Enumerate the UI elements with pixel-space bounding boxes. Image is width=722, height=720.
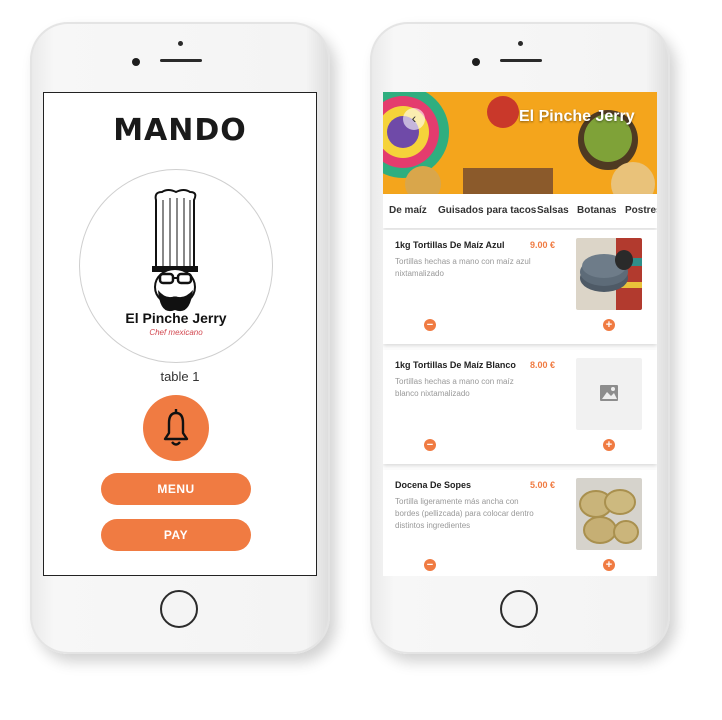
pay-button[interactable]: PAY [101,519,251,551]
sensor-dot [178,41,183,46]
increase-quantity-button[interactable]: + [603,559,615,571]
tab-guisados[interactable]: Guisados para tacos [438,205,536,216]
speaker-grille [500,59,542,62]
speaker-grille [160,59,202,62]
image-placeholder-icon [600,385,618,401]
header-banner: ‹ El Pinche Jerry [383,92,657,194]
category-tabs: De maíz Guisados para tacos Salsas Botan… [383,194,657,228]
tab-de-maiz[interactable]: De maíz [389,205,427,216]
item-description: Tortilla ligeramente más ancha con borde… [395,497,534,530]
decrease-quantity-button[interactable]: − [424,319,436,331]
item-name: Docena De Sopes [395,480,472,490]
sopes-image [576,478,642,550]
brand-name: El Pinche Jerry [125,310,227,326]
increase-quantity-button[interactable]: + [603,439,615,451]
blue-tortillas-image [576,238,642,310]
front-camera-icon [132,58,140,66]
back-button[interactable]: ‹ [403,108,425,130]
item-description: Tortillas hechas a mano con maíz azul ni… [395,257,531,278]
item-name: 1kg Tortillas De Maíz Blanco [395,360,516,370]
app-title: MANDO [113,113,247,148]
sensor-dot [518,41,523,46]
left-screen: MANDO El Pinche Jerry Chef mexicano tabl… [43,92,317,576]
right-phone-frame: ‹ El Pinche Jerry De maíz Guisados para … [370,22,670,654]
item-price: 8.00 € [530,360,556,370]
call-waiter-button[interactable] [143,395,209,461]
item-photo [576,478,642,550]
home-button[interactable] [160,590,198,628]
tab-postres[interactable]: Postres [625,205,657,216]
table-label: table 1 [160,369,200,384]
item-photo [576,238,642,310]
tab-salsas[interactable]: Salsas [537,205,569,216]
front-camera-icon [472,58,480,66]
item-price: 5.00 € [530,480,556,490]
restaurant-logo: El Pinche Jerry Chef mexicano [79,169,273,363]
home-button[interactable] [500,590,538,628]
decrease-quantity-button[interactable]: − [424,559,436,571]
increase-quantity-button[interactable]: + [603,319,615,331]
item-price: 9.00 € [530,240,556,250]
right-screen: ‹ El Pinche Jerry De maíz Guisados para … [383,92,657,576]
brand-tagline: Chef mexicano [149,328,203,337]
tab-botanas[interactable]: Botanas [577,205,616,216]
item-photo-placeholder [576,358,642,430]
menu-button[interactable]: MENU [101,473,251,505]
menu-item: 1kg Tortillas De Maíz Blanco 8.00 € Tort… [383,350,657,464]
bell-icon [163,409,189,446]
item-name: 1kg Tortillas De Maíz Azul [395,240,505,250]
item-description: Tortillas hechas a mano con maíz blanco … [395,377,514,398]
menu-item: 1kg Tortillas De Maíz Azul 9.00 € Tortil… [383,230,657,344]
menu-item: Docena De Sopes 5.00 € Tortilla ligerame… [383,470,657,576]
restaurant-title: El Pinche Jerry [519,108,635,125]
decrease-quantity-button[interactable]: − [424,439,436,451]
left-phone-frame: MANDO El Pinche Jerry Chef mexicano tabl… [30,22,330,654]
